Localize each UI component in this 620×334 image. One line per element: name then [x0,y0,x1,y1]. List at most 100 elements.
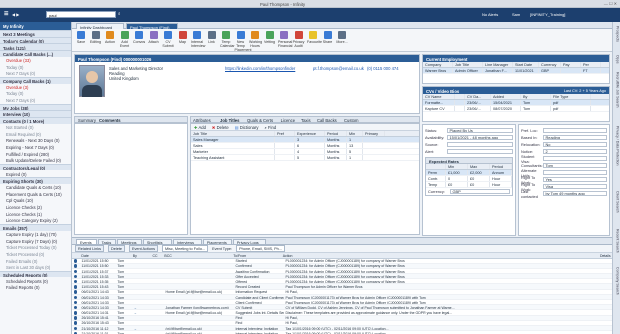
sidebar-section[interactable]: Contractors/Legal (0) [0,163,71,171]
sidebar-item[interactable]: Capture Expiry (7 Days) (0) [0,237,71,244]
form-field-value[interactable]: No [543,142,607,147]
employment-col-header[interactable]: Company [423,62,453,67]
form-field-value[interactable]: Yes [543,177,607,182]
employment-col-header[interactable]: Line Manager [483,62,513,67]
user-name[interactable]: Sam [512,12,520,17]
rate-col-header[interactable]: Period [490,164,512,169]
form-field-value[interactable]: 2 [543,149,607,154]
job-title-col-header[interactable]: Experience [295,131,325,136]
global-search-input[interactable]: paul [46,11,116,18]
contact-phone-link[interactable]: (0) 0115 000 474 [367,66,399,71]
rate-col-header[interactable] [426,164,446,169]
employment-col-header[interactable]: Start Date [513,62,539,67]
sidebar-item[interactable]: Placement Quals & Certs (10) [0,191,71,198]
sidebar-section[interactable]: Candidate Call Backs (...) [0,50,71,57]
ribbon-button[interactable]: Share [322,31,334,44]
rate-col-header[interactable]: Max [468,164,490,169]
sidebar-item[interactable]: Candidate Quals & Certs (10) [0,184,71,191]
sidebar-item[interactable]: Today (0) [0,90,71,97]
side-panel-tab[interactable]: Opps [615,55,620,64]
ribbon-button[interactable]: Action [104,31,116,44]
ribbon-button[interactable]: Convos [133,31,145,44]
events-col-header[interactable]: By [131,253,141,258]
sidebar-section[interactable]: Scheduled Reports (0) [0,270,71,278]
event-filter-select[interactable]: Misc, Meeting to Follo... [162,245,209,252]
sidebar-item[interactable]: Sent in Last 30 days (0) [0,264,71,271]
sidebar-item[interactable]: Next 7 Days (0) [0,70,71,77]
search-icon[interactable]: ⌕ [118,11,121,16]
ribbon-button[interactable]: Favourite [307,31,322,44]
contact-email-link[interactable]: pt.f.thompson@email.co.uk [313,66,364,71]
sidebar-item[interactable]: Failed Emails (0) [0,257,71,264]
form-field-value[interactable]: Reading [543,135,607,140]
events-col-header[interactable]: CC [151,253,163,258]
form-field-value[interactable]: 15/01/2021 - 48 months ago [447,135,513,140]
employment-col-header[interactable]: Per [581,62,601,67]
ribbon-button[interactable]: Personal Financial [278,31,292,48]
comments-area[interactable] [74,123,188,235]
events-col-header[interactable] [141,253,151,258]
event-actions-button[interactable]: Event Actions [129,245,159,252]
sidebar-item[interactable]: Ticket Processed Today (0) [0,244,71,251]
ribbon-button[interactable]: CV Submit [162,31,174,48]
job-title-row[interactable]: Teaching Assistant 5 Months 1 [191,155,419,161]
sidebar-section[interactable]: Company Call Backs (1) [0,76,71,84]
sidebar-item[interactable]: Failed Reports (0) [0,284,71,291]
job-title-col-header[interactable]: Pref [275,131,295,136]
alerts-indicator[interactable]: No Alerts [482,12,498,17]
events-col-header[interactable]: Date [80,253,116,258]
form-field-value[interactable] [543,128,607,133]
sidebar-item[interactable]: Licence Checks (1) [0,211,71,218]
nav-back-icon[interactable]: ◀ ▶ [12,12,19,17]
side-panel-tab[interactable]: Company Search [615,267,620,295]
ribbon-button[interactable]: Attach [148,31,160,44]
cv-col-header[interactable]: By [521,94,551,99]
currency-select[interactable]: GBP [450,189,510,194]
ribbon-button[interactable]: Privacy Audit [293,31,305,48]
cv-col-header[interactable] [455,94,465,99]
form-field-value[interactable]: Visa [543,184,607,189]
employment-row[interactable]: Warner Bros Admin Officer Jonathan F... 11/… [423,68,609,74]
employment-col-header[interactable]: Currency [539,62,561,67]
ribbon-button[interactable]: Vetting [264,31,276,44]
sidebar-item[interactable]: Next 7 Days (0) [0,97,71,104]
sidebar-item[interactable]: Email Required (0) [0,130,71,137]
cv-row[interactable]: Kapture CV 23/06/... 08/07/2020 Tom pdf [423,106,609,112]
job-title-col-header[interactable]: Job Title [191,131,275,136]
sidebar-item[interactable]: Capture Expiry (1 day) (70) [0,231,71,238]
cv-col-header[interactable]: CV Da... [465,94,491,99]
ribbon-button[interactable]: Working Hours [249,31,262,48]
ribbon-button[interactable]: Temp Calendar [220,31,235,48]
sidebar-item[interactable]: Scheduled Reports (0) [0,277,71,284]
side-panel-tab[interactable]: Client Search [615,191,620,213]
ribbon-button[interactable]: New Temp Placement [235,31,251,52]
related-links-button[interactable]: Related Links [75,245,105,252]
events-col-header[interactable]: BCC [163,253,232,258]
ribbon-button[interactable]: More... [336,31,348,44]
events-col-header[interactable]: Action [281,253,598,258]
sidebar-item[interactable]: Renewals - Next 30 Days (0) [0,137,71,144]
events-col-header[interactable] [72,253,80,258]
sidebar-item[interactable]: Licence Category Expiry (2) [0,217,71,224]
employment-col-header[interactable]: Pay [561,62,581,67]
cv-col-header[interactable]: CV Name [423,94,455,99]
sidebar-section[interactable]: Today's Calendar (0) [0,36,71,44]
events-col-header[interactable]: Details [598,253,612,258]
delete-button[interactable]: ✖ Delete [212,125,229,130]
form-field-value[interactable]: Tom [543,163,607,168]
form-field-value[interactable] [543,170,607,175]
database-name[interactable]: [INFINITY_Training] [530,12,565,17]
delete-event-button[interactable]: Delete [108,245,125,252]
sidebar-section[interactable]: My Jobs (38) [0,103,71,111]
find-button[interactable]: ⌕ Find [264,125,276,130]
window-controls[interactable]: — ☐ ✕ [604,1,617,6]
sidebar-section[interactable]: Contacts (0 / 1 More) [0,116,71,124]
employment-col-header[interactable]: Job Title [453,62,483,67]
form-field-value[interactable] [543,156,607,161]
ribbon-button[interactable]: Editing [90,31,102,44]
ribbon-button[interactable]: Internal Interview [191,31,205,48]
form-field-value[interactable] [447,149,513,154]
sidebar-section[interactable]: Tasks (121) [0,43,71,51]
side-panel-tab[interactable]: Privacy / Data Protection [615,126,620,166]
sidebar-item[interactable]: Overdue (3) [0,84,71,91]
